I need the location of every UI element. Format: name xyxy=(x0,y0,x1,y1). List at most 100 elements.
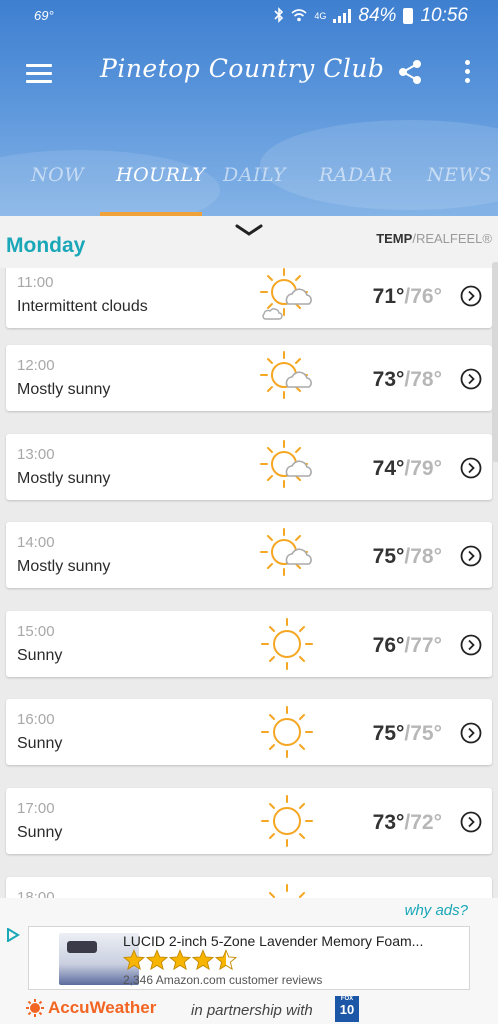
hour-temp: 71° xyxy=(372,285,405,308)
hour-card[interactable]: 15:00 Sunny 76°/77° xyxy=(6,611,492,677)
header: 69° 4G 84% 10:56 Pinetop Country Club NO… xyxy=(0,0,498,216)
tab-hourly[interactable]: HOURLY xyxy=(116,164,205,186)
hour-realfeel: /78° xyxy=(404,545,442,568)
hour-card[interactable]: 11:00 Intermittent clouds 71°/76° xyxy=(6,268,492,328)
hourly-list[interactable]: 11:00 Intermittent clouds 71°/76° 12:00 … xyxy=(0,268,498,898)
star-icon xyxy=(123,949,145,971)
hour-card[interactable]: 16:00 Sunny 75°/75° xyxy=(6,699,492,765)
fox10-logo-top: FOX xyxy=(340,996,354,1002)
hour-card[interactable]: 12:00 Mostly sunny 73°/78° xyxy=(6,345,492,411)
tab-radar[interactable]: RADAR xyxy=(319,164,393,186)
network-type: 4G xyxy=(314,11,327,21)
share-icon[interactable] xyxy=(396,58,424,86)
hour-card[interactable]: 13:00 Mostly sunny 74°/79° xyxy=(6,434,492,500)
sun-icon xyxy=(261,706,313,758)
bluetooth-icon xyxy=(274,6,284,26)
hour-realfeel: /76° xyxy=(404,285,442,308)
chevron-right-circle-icon[interactable] xyxy=(460,457,482,479)
hour-temp: 75° xyxy=(372,545,405,568)
hour-time: 18:00 xyxy=(17,889,55,898)
realfeel-label: REALFEEL® xyxy=(415,231,492,246)
status-bar: 69° 4G 84% 10:56 xyxy=(0,0,498,34)
chevron-right-circle-icon[interactable] xyxy=(460,285,482,307)
more-options-icon[interactable] xyxy=(462,60,472,86)
tab-news[interactable]: NEWS xyxy=(427,164,492,186)
hour-realfeel: /72° xyxy=(404,811,442,834)
sun-cloud-icon xyxy=(260,440,312,488)
tab-bar: NOW HOURLY DAILY RADAR NEWS xyxy=(0,160,498,216)
chevron-right-circle-icon[interactable] xyxy=(460,545,482,567)
star-icon xyxy=(169,949,191,971)
chevron-right-circle-icon[interactable] xyxy=(460,368,482,390)
temp-label: TEMP xyxy=(376,231,413,246)
half-star-icon xyxy=(215,949,237,971)
signal-icon xyxy=(333,9,352,23)
hour-time: 11:00 xyxy=(17,274,54,291)
tab-daily[interactable]: DAILY xyxy=(223,164,286,186)
hour-temp: 73° xyxy=(372,811,405,834)
hour-time: 13:00 xyxy=(17,446,55,463)
sun-cloud-icon xyxy=(260,268,312,320)
hour-condition: Mostly sunny xyxy=(17,470,111,487)
ad-rating xyxy=(123,949,238,971)
sun-icon xyxy=(261,618,313,670)
partner-text: in partnership with xyxy=(191,1002,313,1019)
hour-realfeel: /78° xyxy=(404,368,442,391)
accuweather-logo[interactable]: AccuWeather xyxy=(26,998,156,1018)
hour-condition: Sunny xyxy=(17,647,63,664)
hour-temp: 74° xyxy=(372,457,405,480)
temp-realfeel-toggle[interactable]: TEMP/REALFEEL® xyxy=(376,231,492,246)
sun-icon xyxy=(261,795,313,847)
hour-realfeel: /75° xyxy=(404,722,442,745)
hour-card[interactable]: 14:00 Mostly sunny 75°/78° xyxy=(6,522,492,588)
hour-realfeel: /79° xyxy=(404,457,442,480)
hour-temp: 75° xyxy=(372,722,405,745)
chevron-right-circle-icon[interactable] xyxy=(460,634,482,656)
star-icon xyxy=(146,949,168,971)
footer: AccuWeather in partnership with FOX 10 xyxy=(0,996,498,1024)
wifi-icon xyxy=(291,8,307,25)
sun-cloud-icon xyxy=(260,528,312,576)
star-icon xyxy=(192,949,214,971)
day-label: Monday xyxy=(6,234,86,257)
battery-icon xyxy=(403,8,414,24)
chevron-down-icon[interactable] xyxy=(234,222,264,238)
chevron-right-circle-icon[interactable] xyxy=(460,811,482,833)
why-ads-link[interactable]: why ads? xyxy=(405,902,468,919)
hour-realfeel: /77° xyxy=(404,634,442,657)
scrollbar[interactable] xyxy=(492,262,498,462)
location-title[interactable]: Pinetop Country Club xyxy=(100,54,384,83)
battery-percent: 84% xyxy=(358,5,397,26)
hour-card[interactable]: 17:00 Sunny 73°/72° xyxy=(6,788,492,854)
accuweather-sun-icon xyxy=(26,999,44,1017)
day-header: Monday TEMP/REALFEEL® xyxy=(0,216,498,268)
ad-banner[interactable]: LUCID 2-inch 5-Zone Lavender Memory Foam… xyxy=(28,926,470,990)
app-bar: Pinetop Country Club xyxy=(0,34,498,110)
menu-icon[interactable] xyxy=(26,64,52,84)
hour-temp: 76° xyxy=(372,634,405,657)
hour-condition: Sunny xyxy=(17,735,63,752)
hour-temp: 73° xyxy=(372,368,405,391)
fox10-logo-number: 10 xyxy=(339,1002,355,1017)
chevron-right-circle-icon[interactable] xyxy=(460,722,482,744)
sun-icon xyxy=(261,884,313,898)
ad-reviews: 2,346 Amazon.com customer reviews xyxy=(123,973,323,987)
hour-time: 16:00 xyxy=(17,711,55,728)
hour-time: 17:00 xyxy=(17,800,55,817)
ad-title: LUCID 2-inch 5-Zone Lavender Memory Foam… xyxy=(123,933,424,949)
status-temperature: 69° xyxy=(34,8,54,23)
hour-condition: Mostly sunny xyxy=(17,558,111,575)
hour-time: 12:00 xyxy=(17,357,55,374)
status-time: 10:56 xyxy=(420,5,468,26)
tab-now[interactable]: NOW xyxy=(31,164,84,186)
sun-cloud-icon xyxy=(260,351,312,399)
hour-condition: Mostly sunny xyxy=(17,381,111,398)
hour-time: 15:00 xyxy=(17,623,55,640)
hour-card[interactable]: 18:00 xyxy=(6,877,492,898)
hour-condition: Sunny xyxy=(17,824,63,841)
accuweather-text: AccuWeather xyxy=(48,998,157,1017)
adchoices-icon[interactable] xyxy=(6,928,20,942)
hour-time: 14:00 xyxy=(17,534,55,551)
hour-condition: Intermittent clouds xyxy=(17,298,148,315)
fox10-logo[interactable]: FOX 10 xyxy=(335,996,359,1022)
